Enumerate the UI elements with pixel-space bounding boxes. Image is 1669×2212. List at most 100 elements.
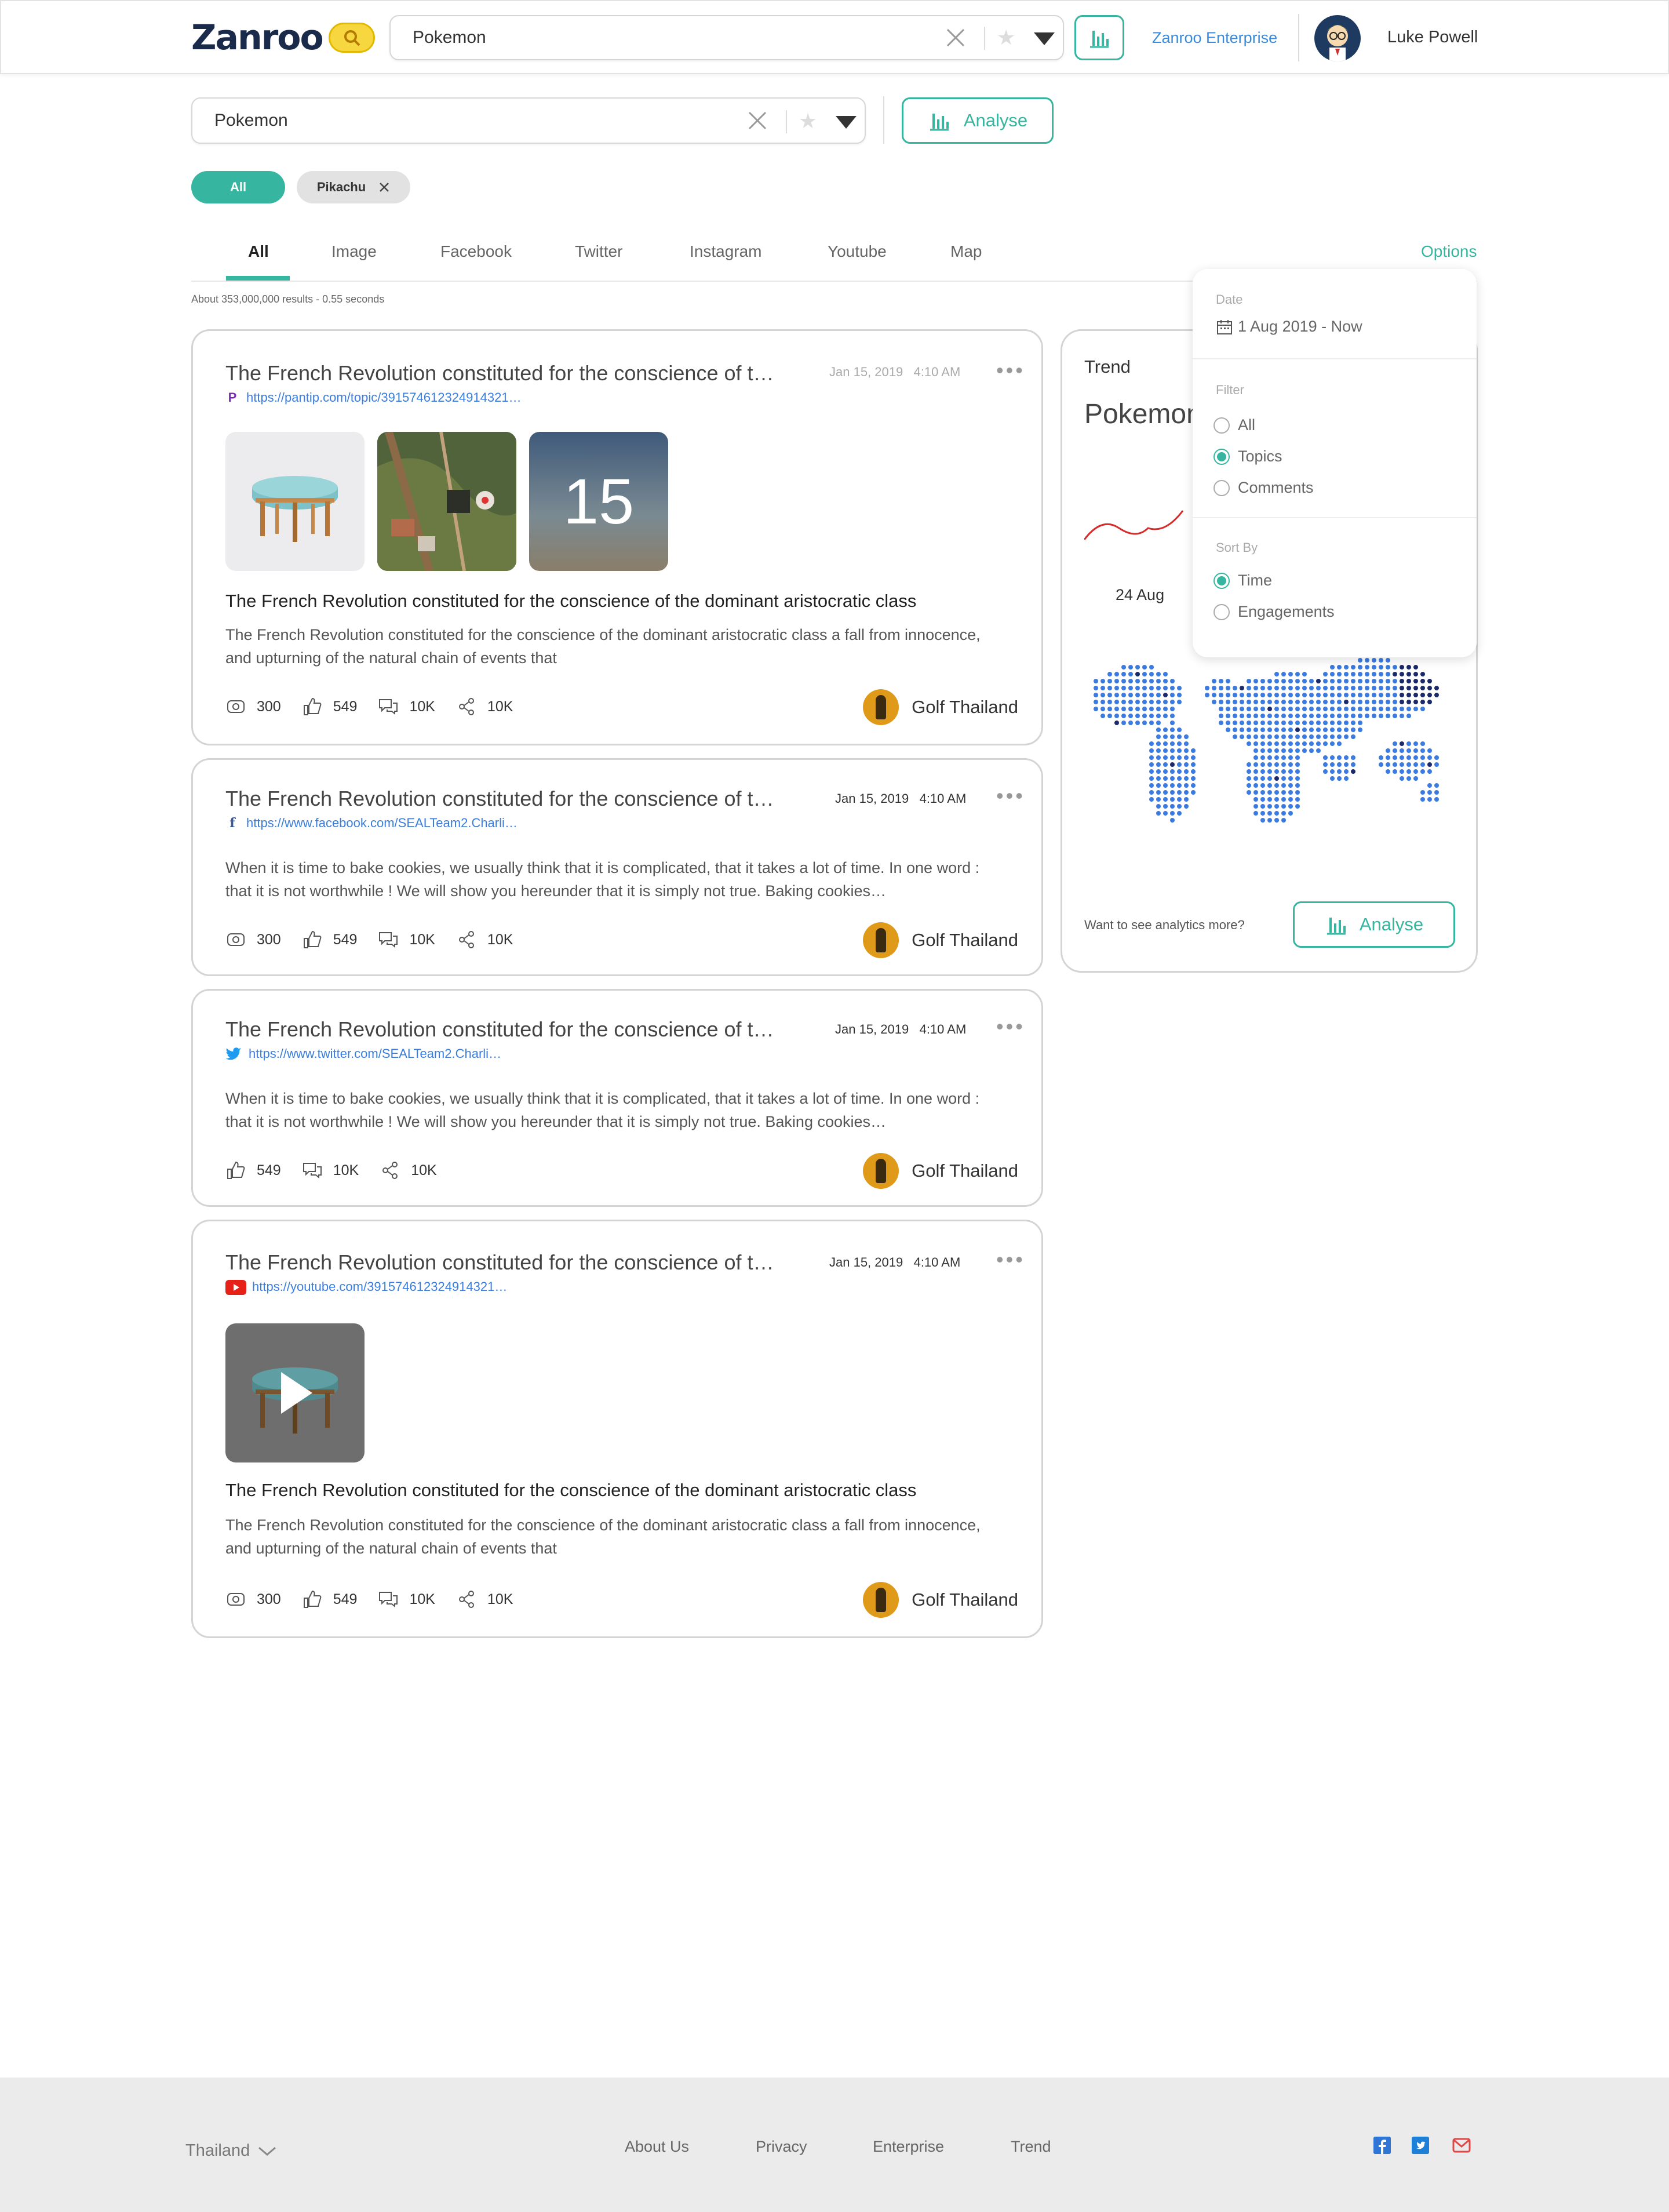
map-dot [1274, 672, 1279, 676]
post-title[interactable]: The French Revolution constituted for th… [225, 787, 782, 811]
clear-icon[interactable] [941, 16, 970, 59]
star-icon[interactable]: ★ [799, 109, 817, 133]
date-range-picker[interactable]: 1 Aug 2019 - Now [1216, 318, 1362, 336]
user-avatar[interactable] [1314, 15, 1361, 61]
post-url[interactable]: https://youtube.com/391574612324914321… [225, 1279, 507, 1296]
map-dot [1344, 734, 1349, 739]
map-dot [1156, 811, 1161, 816]
header-search-input[interactable]: Pokemon ★ [389, 15, 1064, 60]
map-dot [1400, 762, 1404, 767]
tab-twitter[interactable]: Twitter [575, 242, 622, 261]
more-options-icon[interactable]: ••• [996, 1016, 1025, 1037]
map-dot [1142, 665, 1147, 670]
map-dot [1393, 672, 1397, 676]
logo-text: Zanroo [191, 17, 324, 58]
mail-icon[interactable] [1452, 2138, 1471, 2153]
facebook-icon[interactable] [1373, 2137, 1391, 2154]
trend-analyse-button[interactable]: Analyse [1293, 901, 1455, 948]
post-card[interactable]: The French Revolution constituted for th… [191, 758, 1043, 976]
map-dot [1149, 790, 1154, 795]
map-dot [1274, 790, 1279, 795]
post-url[interactable]: https://www.twitter.com/SEALTeam2.Charli… [225, 1046, 501, 1061]
tab-instagram[interactable]: Instagram [690, 242, 762, 261]
post-author[interactable]: Golf Thailand [863, 1153, 1018, 1189]
clear-icon[interactable] [743, 99, 772, 143]
post-image-more[interactable]: 15 [529, 432, 668, 571]
more-options-icon[interactable]: ••• [996, 1249, 1025, 1270]
more-options-icon[interactable]: ••• [996, 785, 1025, 806]
trend-line [1084, 510, 1184, 540]
chevron-down-icon[interactable] [836, 116, 857, 129]
chip-all[interactable]: All [191, 171, 285, 203]
footer-link-privacy[interactable]: Privacy [756, 2138, 807, 2156]
search-divider [883, 96, 884, 144]
tab-youtube[interactable]: Youtube [828, 242, 887, 261]
more-options-icon[interactable]: ••• [996, 360, 1025, 381]
post-card[interactable]: The French Revolution constituted for th… [191, 329, 1043, 745]
footer-link-about[interactable]: About Us [625, 2138, 689, 2156]
filter-option-all[interactable]: All [1214, 416, 1255, 434]
chevron-down-icon[interactable] [1034, 32, 1055, 45]
map-dot [1233, 707, 1237, 711]
tab-facebook[interactable]: Facebook [440, 242, 512, 261]
country-selector[interactable]: Thailand [185, 2141, 276, 2160]
analyse-button[interactable]: Analyse [902, 97, 1054, 144]
post-title[interactable]: The French Revolution constituted for th… [225, 361, 782, 385]
tab-image[interactable]: Image [331, 242, 377, 261]
user-name[interactable]: Luke Powell [1387, 28, 1478, 47]
post-title[interactable]: The French Revolution constituted for th… [225, 1250, 782, 1275]
enterprise-link[interactable]: Zanroo Enterprise [1152, 29, 1277, 47]
post-title[interactable]: The French Revolution constituted for th… [225, 1017, 782, 1042]
map-dot [1121, 679, 1126, 683]
post-card[interactable]: The French Revolution constituted for th… [191, 1220, 1043, 1638]
sort-option-time[interactable]: Time [1214, 572, 1272, 590]
post-author[interactable]: Golf Thailand [863, 922, 1018, 958]
tab-all[interactable]: All [248, 242, 269, 261]
footer-link-enterprise[interactable]: Enterprise [873, 2138, 944, 2156]
map-dot [1156, 741, 1161, 746]
post-image-aerial[interactable] [377, 432, 516, 571]
map-dot [1184, 797, 1189, 802]
map-dot [1135, 672, 1140, 676]
post-url[interactable]: Phttps://pantip.com/topic/39157461232491… [225, 390, 522, 405]
zanroo-logo[interactable]: Zanroo [191, 17, 375, 58]
map-dot [1274, 693, 1279, 697]
close-icon[interactable] [378, 181, 390, 193]
post-image-stool[interactable] [225, 432, 365, 571]
post-video-thumbnail[interactable] [225, 1323, 365, 1462]
post-card[interactable]: The French Revolution constituted for th… [191, 989, 1043, 1207]
post-url[interactable]: f https://www.facebook.com/SEALTeam2.Char… [225, 816, 518, 831]
map-dot [1247, 714, 1251, 718]
map-dot [1330, 665, 1335, 670]
map-dot [1114, 707, 1119, 711]
radio-button-selected[interactable] [1214, 572, 1230, 589]
map-dot [1100, 714, 1105, 718]
map-dot [1253, 714, 1258, 718]
star-icon[interactable]: ★ [997, 26, 1015, 50]
map-dot [1107, 686, 1112, 690]
chip-pikachu[interactable]: Pikachu [297, 171, 410, 203]
main-search-input[interactable]: Pokemon ★ [191, 97, 866, 144]
radio-button[interactable] [1214, 603, 1230, 620]
options-link[interactable]: Options [1421, 242, 1477, 261]
map-dot [1094, 693, 1098, 697]
post-author[interactable]: Golf Thailand [863, 1582, 1018, 1618]
tab-map[interactable]: Map [950, 242, 982, 261]
filter-option-comments[interactable]: Comments [1214, 479, 1314, 497]
post-author[interactable]: Golf Thailand [863, 689, 1018, 725]
eye-icon [227, 1593, 245, 1606]
footer-link-trend[interactable]: Trend [1011, 2138, 1051, 2156]
radio-button[interactable] [1214, 417, 1230, 434]
radio-button-selected[interactable] [1214, 448, 1230, 465]
map-dot [1253, 783, 1258, 788]
map-dot [1351, 693, 1355, 697]
map-dot [1247, 776, 1251, 781]
analytics-button[interactable] [1074, 15, 1124, 60]
radio-button[interactable] [1214, 479, 1230, 496]
map-dot [1114, 721, 1119, 725]
map-dot [1170, 797, 1175, 802]
twitter-icon[interactable] [1412, 2137, 1429, 2154]
sort-option-engagements[interactable]: Engagements [1214, 603, 1335, 621]
map-dot [1170, 727, 1175, 732]
filter-option-topics[interactable]: Topics [1214, 448, 1282, 465]
